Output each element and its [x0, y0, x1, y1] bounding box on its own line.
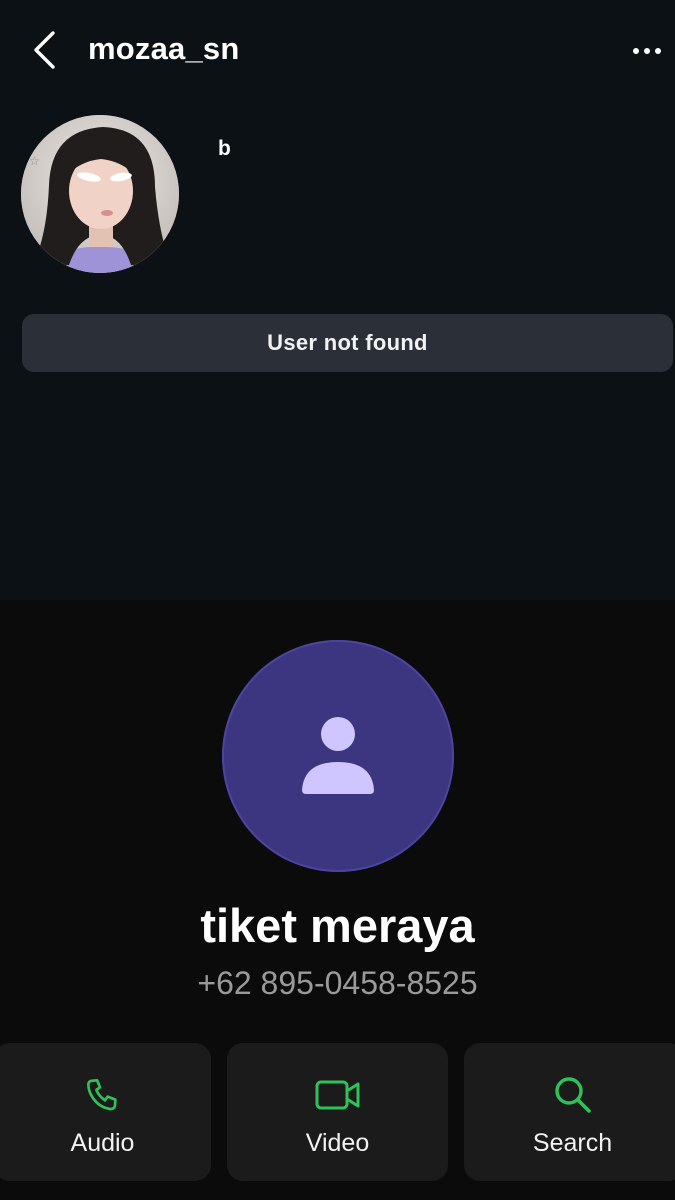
profile-photo: ☆	[21, 115, 179, 273]
contact-phone-number[interactable]: +62 895-0458-8525	[0, 965, 675, 1002]
audio-label: Audio	[70, 1129, 135, 1157]
video-camera-icon	[315, 1080, 359, 1110]
phone-icon	[86, 1079, 117, 1111]
chevron-left-icon	[34, 31, 55, 69]
profile-username: mozaa_sn	[88, 31, 240, 66]
person-icon	[302, 717, 374, 794]
more-dots-icon	[633, 48, 661, 54]
profile-section: mozaa_sn ☆ b User not found	[0, 0, 675, 600]
search-button[interactable]: Search	[464, 1043, 675, 1181]
contact-avatar[interactable]	[222, 640, 454, 872]
video-call-button[interactable]: Video	[227, 1043, 448, 1181]
svg-text:☆: ☆	[29, 154, 40, 168]
header-bar: mozaa_sn	[0, 0, 675, 100]
profile-bio: b	[218, 137, 231, 160]
contact-name: tiket meraya	[200, 899, 475, 952]
search-label: Search	[532, 1129, 613, 1157]
audio-call-button[interactable]: Audio	[0, 1043, 211, 1181]
more-options-button[interactable]	[627, 34, 667, 68]
profile-avatar[interactable]: ☆	[21, 115, 179, 273]
back-button[interactable]	[24, 28, 64, 72]
user-not-found-button[interactable]: User not found	[22, 314, 673, 372]
search-icon	[554, 1077, 591, 1113]
video-label: Video	[305, 1129, 370, 1157]
